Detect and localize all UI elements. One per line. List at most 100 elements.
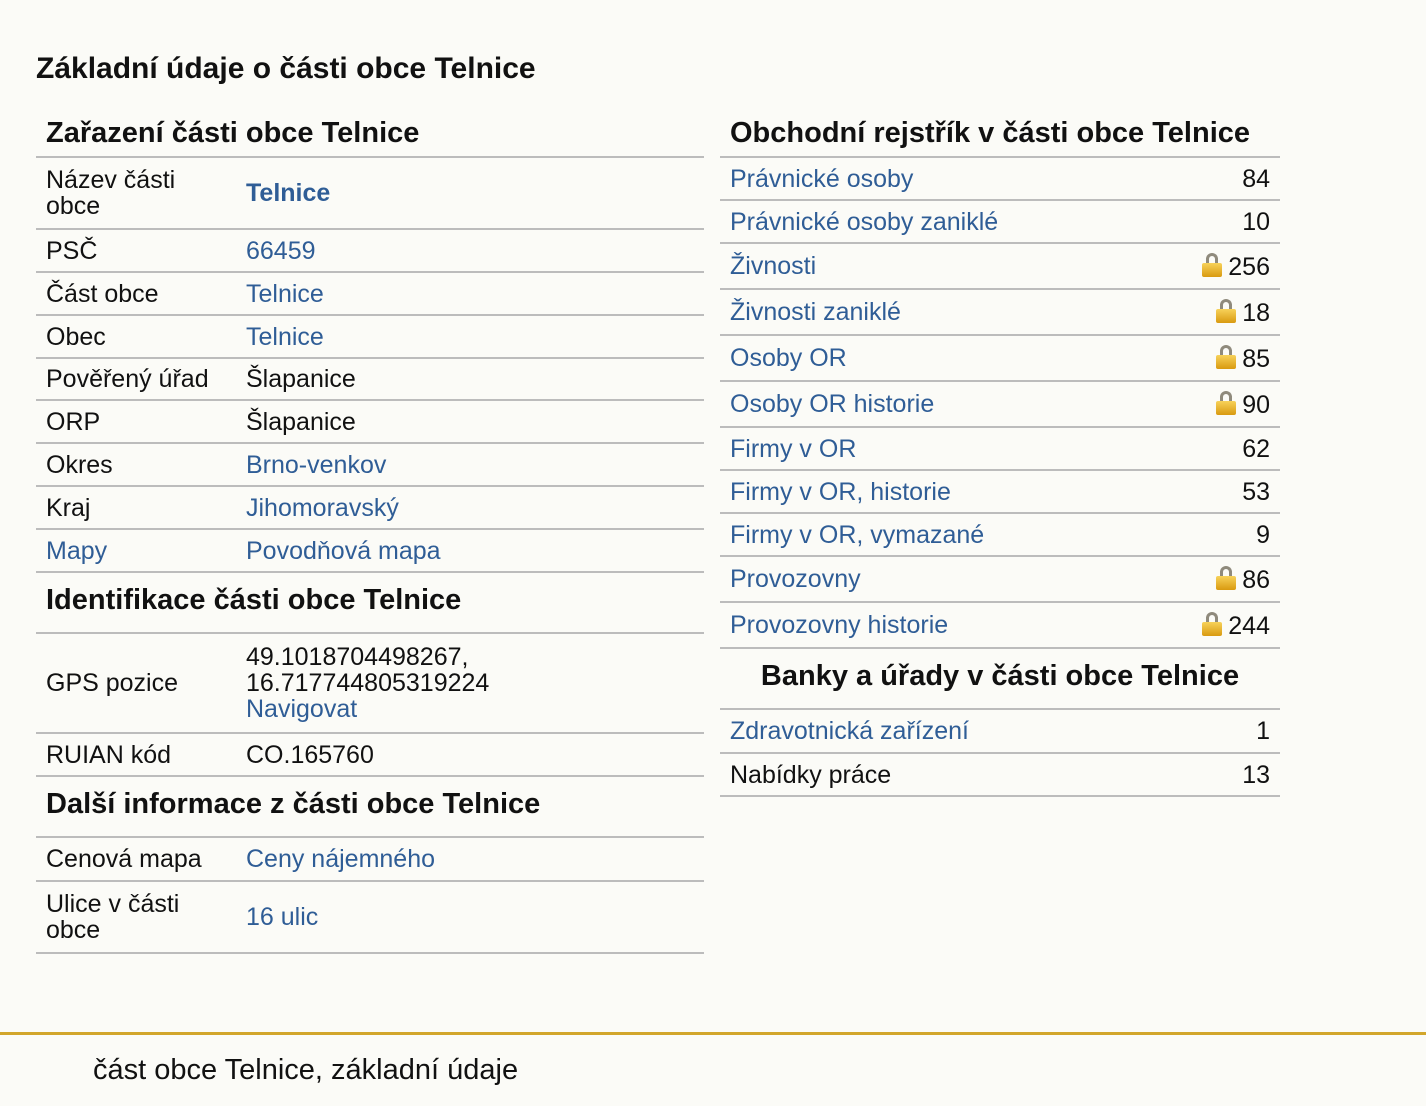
row-key: Ulice v části obce	[36, 881, 236, 954]
ceny-najemneho-link[interactable]: Ceny nájemného	[246, 845, 435, 873]
row-key[interactable]: Mapy	[36, 529, 236, 573]
row-count: 62	[1149, 427, 1280, 471]
row-label[interactable]: Právnické osoby zaniklé	[720, 200, 1150, 244]
psc-link[interactable]: 66459	[246, 237, 316, 265]
row-value[interactable]: 66459	[236, 229, 704, 273]
count-value: 85	[1242, 344, 1270, 373]
row-key: Kraj	[36, 486, 236, 530]
table-row: Zdravotnická zařízení 1	[720, 710, 1280, 754]
row-label[interactable]: Firmy v OR	[720, 427, 1150, 471]
table-row: Cenová mapa Ceny nájemného	[36, 838, 704, 882]
zdravotnicka-zarizeni-link[interactable]: Zdravotnická zařízení	[730, 717, 969, 745]
row-label[interactable]: Živnosti zaniklé	[720, 289, 1150, 336]
row-key: ORP	[36, 400, 236, 444]
row-label[interactable]: Osoby OR historie	[720, 381, 1150, 428]
table-row: Nabídky práce 13	[720, 753, 1280, 797]
row-label[interactable]: Firmy v OR, vymazané	[720, 513, 1150, 557]
provozovny-historie-link[interactable]: Provozovny historie	[730, 611, 948, 639]
row-label[interactable]: Firmy v OR, historie	[720, 470, 1150, 514]
row-count: 1	[1192, 710, 1280, 754]
row-key: Okres	[36, 443, 236, 487]
firmy-v-or-vymazane-link[interactable]: Firmy v OR, vymazané	[730, 521, 984, 549]
pravnicke-osoby-link[interactable]: Právnické osoby	[730, 165, 913, 193]
zivnosti-link[interactable]: Živnosti	[730, 252, 816, 280]
row-label[interactable]: Provozovny	[720, 556, 1150, 603]
row-value[interactable]: Jihomoravský	[236, 486, 704, 530]
count-value: 86	[1242, 565, 1270, 594]
row-count: 18	[1149, 289, 1280, 336]
row-count: 13	[1192, 753, 1280, 797]
lock-icon	[1202, 611, 1223, 636]
table-row: Osoby OR 85	[720, 335, 1280, 382]
row-value[interactable]: Telnice	[236, 315, 704, 359]
firmy-v-or-historie-link[interactable]: Firmy v OR, historie	[730, 478, 951, 506]
row-count: 244	[1149, 602, 1280, 649]
banky-table: Zdravotnická zařízení 1 Nabídky práce 13	[720, 710, 1280, 797]
osoby-or-link[interactable]: Osoby OR	[730, 344, 847, 372]
row-key: PSČ	[36, 229, 236, 273]
count-value: 18	[1242, 298, 1270, 327]
table-row: Osoby OR historie 90	[720, 381, 1280, 428]
obchodni-table: Právnické osoby 84 Právnické osoby zanik…	[720, 158, 1280, 649]
row-key: Část obce	[36, 272, 236, 316]
row-value: Šlapanice	[236, 358, 704, 401]
dalsi-table: Cenová mapa Ceny nájemného Ulice v části…	[36, 838, 704, 954]
banky-heading: Banky a úřady v části obce Telnice	[720, 649, 1280, 710]
row-label[interactable]: Živnosti	[720, 243, 1150, 290]
page-title: Základní údaje o části obce Telnice	[36, 52, 536, 85]
footer-text: část obce Telnice, základní údaje	[93, 1054, 519, 1086]
table-row: GPS pozice 49.1018704498267, 16.71774480…	[36, 634, 704, 734]
navigovat-link[interactable]: Navigovat	[246, 695, 357, 723]
table-row: Obec Telnice	[36, 315, 704, 359]
mapy-link[interactable]: Mapy	[46, 537, 107, 565]
row-label: Nabídky práce	[720, 753, 1193, 797]
row-label[interactable]: Zdravotnická zařízení	[720, 710, 1193, 754]
pravnicke-osoby-zanikle-link[interactable]: Právnické osoby zaniklé	[730, 208, 998, 236]
table-row: Živnosti zaniklé 18	[720, 289, 1280, 336]
row-value[interactable]: Povodňová mapa	[236, 529, 704, 573]
count-value: 90	[1242, 390, 1270, 419]
row-key: GPS pozice	[36, 634, 236, 734]
lock-icon	[1202, 252, 1223, 277]
gps-lat: 49.1018704498267,	[246, 643, 469, 671]
table-row: Mapy Povodňová mapa	[36, 529, 704, 573]
nazev-link[interactable]: Telnice	[246, 179, 330, 207]
row-value[interactable]: Telnice	[236, 272, 704, 316]
row-count: 84	[1149, 158, 1280, 201]
row-value: Šlapanice	[236, 400, 704, 444]
obec-link[interactable]: Telnice	[246, 323, 324, 351]
row-key: Pověřený úřad	[36, 358, 236, 401]
row-value[interactable]: 16 ulic	[236, 881, 704, 954]
row-count: 86	[1149, 556, 1280, 603]
ulice-link[interactable]: 16 ulic	[246, 903, 318, 931]
lock-icon	[1216, 344, 1237, 369]
table-row: Provozovny historie 244	[720, 602, 1280, 649]
row-label[interactable]: Právnické osoby	[720, 158, 1150, 201]
table-row: PSČ 66459	[36, 229, 704, 273]
row-value: CO.165760	[236, 733, 704, 777]
row-count: 85	[1149, 335, 1280, 382]
count-value: 256	[1228, 252, 1270, 281]
row-value: 49.1018704498267, 16.717744805319224 Nav…	[236, 634, 704, 734]
row-label[interactable]: Osoby OR	[720, 335, 1150, 382]
firmy-v-or-link[interactable]: Firmy v OR	[730, 435, 856, 463]
row-label[interactable]: Provozovny historie	[720, 602, 1150, 649]
cast-obce-link[interactable]: Telnice	[246, 280, 324, 308]
table-row: Právnické osoby 84	[720, 158, 1280, 201]
row-value[interactable]: Brno-venkov	[236, 443, 704, 487]
table-row: Část obce Telnice	[36, 272, 704, 316]
provozovny-link[interactable]: Provozovny	[730, 565, 861, 593]
kraj-link[interactable]: Jihomoravský	[246, 494, 399, 522]
osoby-or-historie-link[interactable]: Osoby OR historie	[730, 390, 934, 418]
row-value[interactable]: Telnice	[236, 158, 704, 230]
row-value[interactable]: Ceny nájemného	[236, 838, 704, 882]
zivnosti-zanikle-link[interactable]: Živnosti zaniklé	[730, 298, 901, 326]
okres-link[interactable]: Brno-venkov	[246, 451, 386, 479]
table-row: Právnické osoby zaniklé 10	[720, 200, 1280, 244]
left-column: Zařazení části obce Telnice Název části …	[36, 108, 704, 954]
row-count: 53	[1149, 470, 1280, 514]
povodnova-mapa-link[interactable]: Povodňová mapa	[246, 537, 441, 565]
table-row: Název části obce Telnice	[36, 158, 704, 230]
right-column: Obchodní rejstřík v části obce Telnice P…	[720, 108, 1280, 797]
lock-icon	[1216, 565, 1237, 590]
